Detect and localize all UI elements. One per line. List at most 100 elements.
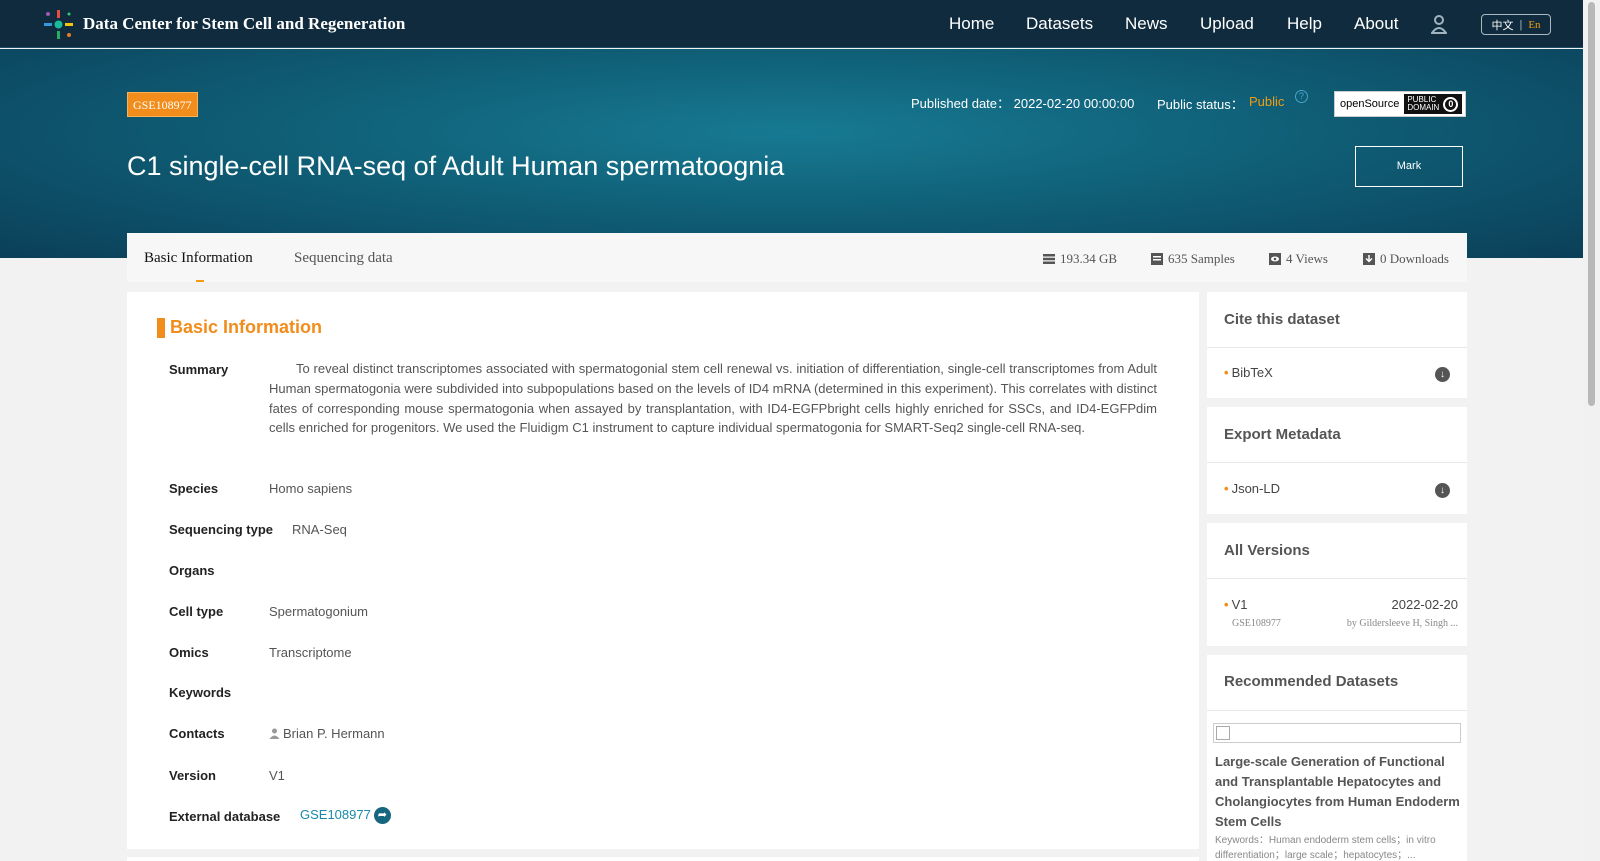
- card-divider: [1207, 578, 1467, 579]
- version-item-name[interactable]: V1: [1232, 597, 1248, 612]
- cell-type-value: Spermatogonium: [269, 604, 368, 619]
- dataset-title: C1 single-cell RNA-seq of Adult Human sp…: [127, 151, 785, 181]
- jsonld-item[interactable]: • Json-LD: [1224, 481, 1280, 496]
- external-database-label: External database: [169, 809, 281, 824]
- stat-downloads: 0 Downloads: [1363, 251, 1449, 267]
- card-divider: [1207, 347, 1467, 348]
- cite-card: Cite this dataset • BibTeX ↓: [1207, 292, 1467, 398]
- published-value: 2022-02-20 00:00:00: [1013, 96, 1135, 111]
- person-icon: [269, 728, 280, 739]
- summary-label: Summary: [169, 362, 229, 377]
- version-item[interactable]: • V1: [1224, 597, 1247, 612]
- version-item-authors: by Gildersleeve H, Singh ...: [1346, 618, 1458, 629]
- jsonld-label[interactable]: Json-LD: [1232, 481, 1280, 496]
- recommended-card: Recommended Datasets Large-scale Generat…: [1207, 655, 1467, 861]
- open-source-badge: openSource PUBLIC DOMAIN 0: [1334, 91, 1466, 117]
- species-label: Species: [169, 481, 219, 496]
- external-link-icon[interactable]: ➦: [373, 807, 391, 825]
- tab-basic-information[interactable]: Basic Information: [144, 250, 253, 267]
- omics-value: Transcriptome: [269, 645, 352, 660]
- sequencing-type-value: RNA-Seq: [292, 522, 347, 537]
- species-value: Homo sapiens: [269, 481, 353, 496]
- user-icon[interactable]: [1431, 14, 1447, 34]
- stat-views: 4 Views: [1269, 251, 1328, 267]
- recommended-dataset-title[interactable]: Large-scale Generation of Functional and…: [1215, 752, 1460, 832]
- external-database-link[interactable]: GSE108977: [300, 807, 371, 822]
- keywords-label: Keywords: [169, 685, 232, 700]
- next-panel-edge: [127, 857, 1199, 861]
- bullet: •: [1224, 481, 1229, 496]
- basic-information-panel: Basic Information Summary To reveal dist…: [127, 292, 1199, 849]
- published-label: Published date：: [911, 96, 1011, 111]
- organs-label: Organs: [169, 563, 215, 578]
- section-accent-bar: [157, 317, 165, 338]
- versions-card: All Versions • V1 2022-02-20 GSE108977 by…: [1207, 523, 1467, 646]
- nav-home[interactable]: Home: [949, 14, 994, 34]
- recommended-title: Recommended Datasets: [1224, 673, 1399, 690]
- omics-label: Omics: [169, 645, 209, 660]
- help-icon[interactable]: ?: [1295, 90, 1308, 103]
- dataset-hero: GSE108977 Published date： 2022-02-20 00:…: [0, 49, 1583, 258]
- download-icon: [1363, 253, 1375, 265]
- version-item-accession: GSE108977: [1232, 618, 1281, 629]
- contact-name: Brian P. Hermann: [283, 726, 385, 741]
- stat-views-value: 4 Views: [1286, 251, 1328, 266]
- bibtex-label[interactable]: BibTeX: [1232, 365, 1273, 380]
- tab-bar: Basic Information Sequencing data 193.34…: [127, 233, 1467, 282]
- lang-chinese[interactable]: 中文: [1491, 17, 1513, 33]
- open-source-label: openSource: [1340, 98, 1400, 110]
- eye-icon: [1269, 253, 1281, 265]
- stat-samples: 635 Samples: [1151, 251, 1235, 267]
- nav-news[interactable]: News: [1125, 14, 1168, 34]
- mark-button[interactable]: Mark: [1355, 146, 1463, 187]
- published-date: Published date： 2022-02-20 00:00:00: [911, 93, 1134, 112]
- summary-text: To reveal distinct transcriptomes associ…: [269, 361, 1157, 436]
- logo-icon[interactable]: [42, 8, 75, 41]
- language-switch[interactable]: 中文 | En: [1481, 14, 1551, 35]
- public-domain-line2: DOMAIN: [1407, 103, 1440, 112]
- stat-size: 193.34 GB: [1043, 251, 1117, 267]
- lang-separator: |: [1519, 18, 1523, 31]
- jsonld-download-icon[interactable]: ↓: [1435, 483, 1450, 498]
- contact-entry: Brian P. Hermann: [269, 726, 385, 741]
- version-value: V1: [269, 768, 285, 783]
- samples-icon: [1151, 253, 1163, 265]
- lang-english[interactable]: En: [1528, 19, 1540, 31]
- public-status-label: Public status：: [1157, 97, 1244, 112]
- cite-title: Cite this dataset: [1224, 311, 1340, 328]
- nav-about[interactable]: About: [1354, 14, 1398, 34]
- export-card: Export Metadata • Json-LD ↓: [1207, 407, 1467, 514]
- stat-downloads-value: 0 Downloads: [1380, 251, 1449, 266]
- site-title[interactable]: Data Center for Stem Cell and Regenerati…: [83, 14, 405, 34]
- database-icon: [1043, 254, 1055, 264]
- broken-image-icon: [1216, 726, 1230, 740]
- section-header: Basic Information: [157, 317, 322, 338]
- external-database-entry: GSE108977 ➦: [300, 807, 391, 825]
- nav-upload[interactable]: Upload: [1200, 14, 1254, 34]
- recommended-image[interactable]: [1213, 723, 1461, 743]
- nav-help[interactable]: Help: [1287, 14, 1322, 34]
- cc-zero-icon: 0: [1443, 96, 1459, 112]
- cell-type-label: Cell type: [169, 604, 224, 619]
- versions-title: All Versions: [1224, 542, 1310, 559]
- card-divider: [1207, 462, 1467, 463]
- public-status-value: Public: [1249, 94, 1285, 109]
- stat-size-value: 193.34 GB: [1060, 251, 1118, 266]
- export-title: Export Metadata: [1224, 426, 1341, 443]
- accession-badge: GSE108977: [127, 92, 198, 117]
- bullet: •: [1224, 365, 1229, 380]
- card-divider: [1207, 710, 1467, 711]
- active-tab-indicator: [196, 280, 204, 282]
- recommended-dataset-keywords: Keywords：Human endoderm stem cells；in vi…: [1215, 835, 1436, 861]
- section-title: Basic Information: [170, 317, 323, 337]
- bibtex-download-icon[interactable]: ↓: [1435, 367, 1450, 382]
- bullet: •: [1224, 597, 1229, 612]
- bibtex-item[interactable]: • BibTeX: [1224, 365, 1273, 380]
- version-label: Version: [169, 768, 216, 783]
- nav-datasets[interactable]: Datasets: [1026, 14, 1093, 34]
- tab-sequencing-data[interactable]: Sequencing data: [294, 250, 393, 267]
- contacts-label: Contacts: [169, 726, 225, 741]
- page-scrollbar[interactable]: [1583, 0, 1600, 861]
- stat-samples-value: 635 Samples: [1168, 251, 1235, 266]
- scrollbar-thumb[interactable]: [1588, 2, 1595, 406]
